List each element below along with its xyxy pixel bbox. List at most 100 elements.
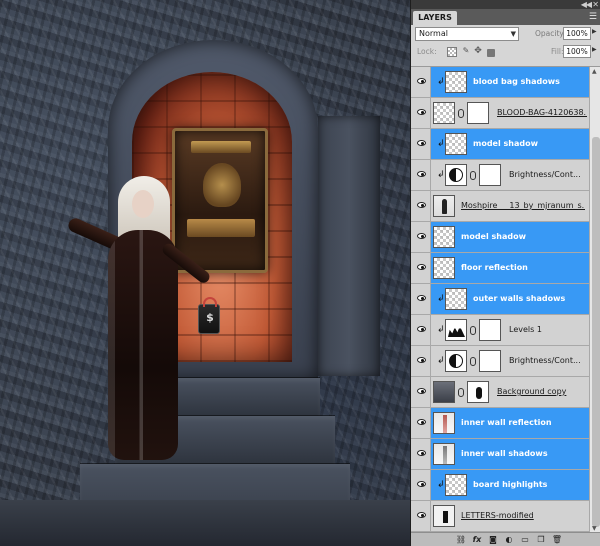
layer-row[interactable]: ↲ Brightness/Cont... <box>411 160 589 191</box>
opacity-slider-arrow-icon[interactable]: ▶ <box>592 28 597 35</box>
document-canvas[interactable]: $ <box>0 0 410 546</box>
lock-all-icon[interactable] <box>487 49 495 57</box>
eye-icon <box>417 202 426 208</box>
visibility-toggle[interactable] <box>411 160 431 190</box>
eye-icon <box>417 326 426 332</box>
scroll-thumb[interactable] <box>592 137 600 527</box>
adjustment-layer-icon[interactable]: ◐ <box>503 535 515 545</box>
layer-mask-thumbnail[interactable] <box>479 350 501 372</box>
blend-mode-select[interactable]: Normal ▼ <box>415 27 519 41</box>
layer-row[interactable]: ↲ Brightness/Cont... <box>411 346 589 377</box>
layer-name: LETTERS-modified <box>461 511 534 520</box>
layer-row[interactable]: ↲ outer walls shadows <box>411 284 589 315</box>
lock-label: Lock: <box>417 47 437 56</box>
layer-name: Background copy <box>497 387 567 396</box>
layer-row[interactable]: ↲ blood bag shadows <box>411 67 589 98</box>
adjustment-thumbnail <box>445 319 467 341</box>
eye-icon <box>417 109 426 115</box>
clipping-arrow-icon: ↲ <box>437 325 445 335</box>
layer-row[interactable]: floor reflection <box>411 253 589 284</box>
layer-thumbnail <box>433 443 455 465</box>
new-layer-icon[interactable]: ❐ <box>535 535 547 545</box>
eye-icon <box>417 171 426 177</box>
add-mask-icon[interactable]: ◙ <box>487 535 499 545</box>
shadow-stroke <box>443 446 447 464</box>
clipping-arrow-icon: ↲ <box>437 139 445 149</box>
mask-shape <box>476 387 482 399</box>
layer-name: model shadow <box>461 232 526 241</box>
layer-mask-thumbnail[interactable] <box>467 102 489 124</box>
board-top-plate <box>191 141 251 153</box>
visibility-toggle[interactable] <box>411 253 431 283</box>
fx-icon[interactable]: fx <box>471 535 483 545</box>
clipping-arrow-icon: ↲ <box>437 170 445 180</box>
ground <box>0 500 410 546</box>
layer-row[interactable]: LETTERS-modified <box>411 501 589 532</box>
visibility-toggle[interactable] <box>411 501 431 531</box>
layer-row[interactable]: ↲ model shadow <box>411 129 589 160</box>
layer-row[interactable]: Moshpire___13_by_mjranum_s... <box>411 191 589 222</box>
layer-thumbnail <box>433 505 455 527</box>
layer-row[interactable]: ↲ Levels 1 <box>411 315 589 346</box>
lock-transparency-icon[interactable] <box>447 47 457 57</box>
clipping-arrow-icon: ↲ <box>437 77 445 87</box>
fill-input[interactable]: 100% <box>563 45 591 58</box>
chain-link-icon[interactable] <box>470 171 476 180</box>
layer-row[interactable]: BLOOD-BAG-4120638.... <box>411 98 589 129</box>
layer-mask-thumbnail[interactable] <box>479 164 501 186</box>
eye-icon <box>417 264 426 270</box>
lock-pixels-icon[interactable]: ✎ <box>461 47 471 57</box>
layer-thumbnail <box>433 257 455 279</box>
layer-name: outer walls shadows <box>473 294 566 303</box>
layer-thumbnail <box>433 102 455 124</box>
layer-mask-thumbnail[interactable] <box>467 381 489 403</box>
visibility-toggle[interactable] <box>411 377 431 407</box>
opacity-input[interactable]: 100% <box>563 27 591 40</box>
visibility-toggle[interactable] <box>411 408 431 438</box>
scroll-down-icon[interactable]: ▼ <box>592 525 597 532</box>
layer-row[interactable]: Background copy <box>411 377 589 408</box>
layer-name: inner wall reflection <box>461 418 552 427</box>
chevron-down-icon: ▼ <box>510 30 516 38</box>
double-chevron-left-icon[interactable]: ◀◀ <box>581 0 592 9</box>
visibility-toggle[interactable] <box>411 191 431 221</box>
scroll-up-icon[interactable]: ▲ <box>592 68 597 75</box>
new-group-icon[interactable]: ▭ <box>519 535 531 545</box>
link-layers-icon[interactable]: ⛓ <box>455 535 467 545</box>
eye-icon <box>417 481 426 487</box>
blend-mode-row: Normal ▼ Opacity: 100% ▶ <box>411 26 600 42</box>
layer-row[interactable]: inner wall reflection <box>411 408 589 439</box>
clipping-arrow-icon: ↲ <box>437 294 445 304</box>
lock-position-icon[interactable]: ✥ <box>473 47 483 57</box>
chain-link-icon[interactable] <box>458 388 464 397</box>
fill-slider-arrow-icon[interactable]: ▶ <box>592 46 597 53</box>
layer-name: Brightness/Cont... <box>509 356 581 365</box>
panel-menu-icon[interactable]: ☰ <box>589 12 597 22</box>
visibility-toggle[interactable] <box>411 129 431 159</box>
eye-icon <box>417 78 426 84</box>
layer-mask-thumbnail[interactable] <box>479 319 501 341</box>
visibility-toggle[interactable] <box>411 470 431 500</box>
visibility-toggle[interactable] <box>411 315 431 345</box>
layer-row[interactable]: ↲ board highlights <box>411 470 589 501</box>
eye-icon <box>417 419 426 425</box>
layer-thumbnail <box>445 133 467 155</box>
chain-link-icon[interactable] <box>470 357 476 366</box>
layer-row[interactable]: model shadow <box>411 222 589 253</box>
layer-thumbnail <box>433 381 455 403</box>
visibility-toggle[interactable] <box>411 346 431 376</box>
visibility-toggle[interactable] <box>411 222 431 252</box>
layer-thumbnail <box>445 71 467 93</box>
layers-scrollbar[interactable]: ▲ ▼ <box>589 67 600 532</box>
visibility-toggle[interactable] <box>411 284 431 314</box>
tab-layers[interactable]: LAYERS <box>413 11 457 25</box>
chain-link-icon[interactable] <box>458 109 464 118</box>
right-pillar <box>318 116 380 376</box>
visibility-toggle[interactable] <box>411 67 431 97</box>
chain-link-icon[interactable] <box>470 326 476 335</box>
visibility-toggle[interactable] <box>411 98 431 128</box>
visibility-toggle[interactable] <box>411 439 431 469</box>
close-icon[interactable]: ✕ <box>592 0 599 9</box>
trash-icon[interactable]: 🗑 <box>551 535 563 545</box>
layer-row[interactable]: inner wall shadows <box>411 439 589 470</box>
